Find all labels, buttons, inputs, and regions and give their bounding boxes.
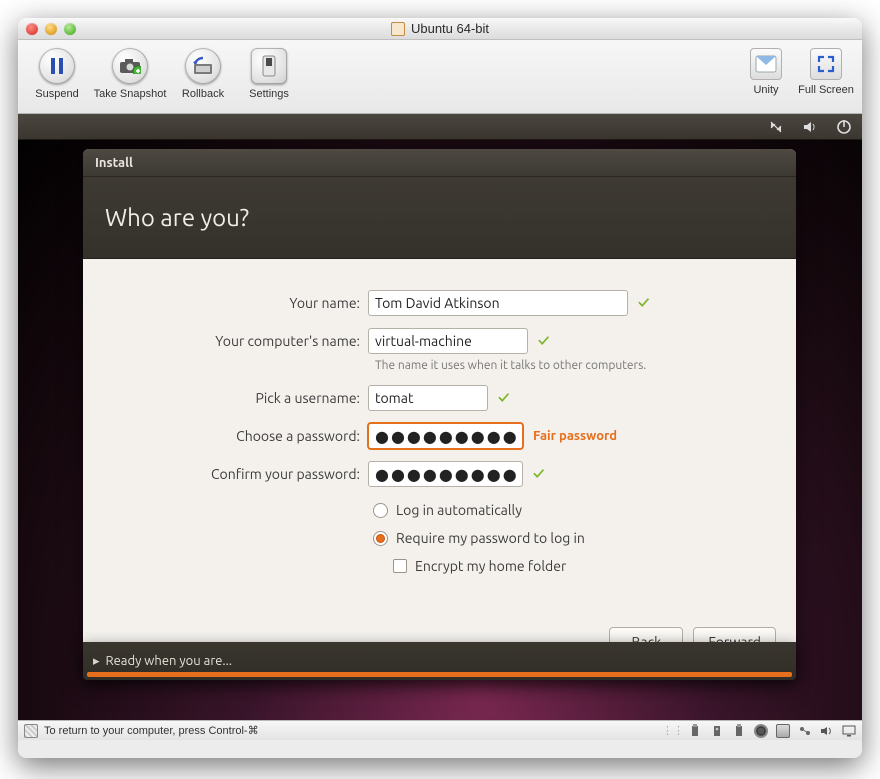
window-icon [391,22,405,36]
encrypt-label: Encrypt my home folder [415,558,566,574]
minimize-button[interactable] [45,23,57,35]
grab-handle-icon [24,724,38,738]
settings-label: Settings [249,88,289,100]
name-input[interactable] [368,290,628,316]
usb-icon[interactable] [710,724,724,738]
rollback-button[interactable]: Rollback [170,44,236,111]
status-hint: To return to your computer, press Contro… [44,724,259,737]
confirm-label: Confirm your password: [83,466,368,482]
settings-button[interactable]: Settings [236,44,302,111]
settings-icon [251,48,287,84]
close-button[interactable] [26,23,38,35]
unity-button[interactable]: Unity [736,44,796,111]
installer-titlebar[interactable]: Install [83,149,796,177]
power-icon[interactable] [836,119,852,135]
username-label: Pick a username: [83,390,368,406]
name-label: Your name: [83,295,368,311]
take-snapshot-button[interactable]: Take Snapshot [90,44,170,111]
window-title: Ubuntu 64-bit [411,21,489,36]
bluetooth-icon[interactable]: ⋮⋮ [666,724,680,738]
progress-bar [87,672,792,677]
radio-icon [373,503,388,518]
computer-name-help: The name it uses when it talks to other … [375,359,796,372]
checkmark-icon: ✓ [638,294,649,312]
snapshot-label: Take Snapshot [94,88,167,100]
sound-status-icon[interactable] [820,724,834,738]
cd-icon[interactable] [754,724,768,738]
unity-label: Unity [753,84,778,96]
checkbox-icon [393,559,407,573]
computer-name-input[interactable] [368,328,528,354]
vmware-statusbar: To return to your computer, press Contro… [18,720,862,740]
installer-window: Install Who are you? Your name: ✓ Your c… [83,149,796,677]
checkmark-icon: ✓ [533,465,544,483]
camera-icon [112,48,148,84]
display-status-icon[interactable] [842,724,856,738]
require-password-radio[interactable]: Require my password to log in [373,524,796,552]
network-icon[interactable] [768,119,784,135]
suspend-label: Suspend [35,88,78,100]
computer-label: Your computer's name: [83,333,368,349]
fullscreen-icon [810,48,842,80]
network-status-icon[interactable] [798,724,812,738]
unity-icon [750,48,782,80]
encrypt-checkbox[interactable]: Encrypt my home folder [393,552,796,580]
auto-login-radio[interactable]: Log in automatically [373,496,796,524]
ready-bar[interactable]: ▸ Ready when you are... [83,642,796,680]
guest-display: Install Who are you? Your name: ✓ Your c… [18,114,862,720]
usb-icon[interactable] [732,724,746,738]
ubuntu-menu-bar [18,114,862,140]
auto-login-label: Log in automatically [396,502,522,518]
password-strength: Fair password [533,429,617,443]
checkmark-icon: ✓ [538,332,549,350]
fullscreen-button[interactable]: Full Screen [796,44,856,111]
ready-text: Ready when you are... [106,654,232,668]
form-area: Your name: ✓ Your computer's name: ✓ The… [83,259,796,580]
require-password-label: Require my password to log in [396,530,585,546]
password-label: Choose a password: [83,428,368,444]
mac-titlebar: Ubuntu 64-bit [18,18,862,40]
rollback-label: Rollback [182,88,224,100]
fullscreen-label: Full Screen [798,84,854,96]
password-input[interactable] [368,423,523,449]
usb-icon[interactable] [688,724,702,738]
volume-icon[interactable] [802,119,818,135]
confirm-password-input[interactable] [368,461,523,487]
vmware-toolbar: Suspend Take Snapshot Rollback Settings [18,40,862,114]
checkmark-icon: ✓ [498,389,509,407]
pause-icon [39,48,75,84]
suspend-button[interactable]: Suspend [24,44,90,111]
disclosure-triangle-icon: ▸ [93,654,100,669]
installer-title-text: Install [95,156,133,170]
radio-icon [373,531,388,546]
rollback-icon [185,48,221,84]
installer-heading: Who are you? [83,177,796,259]
hdd-icon[interactable] [776,724,790,738]
username-input[interactable] [368,385,488,411]
zoom-button[interactable] [64,23,76,35]
